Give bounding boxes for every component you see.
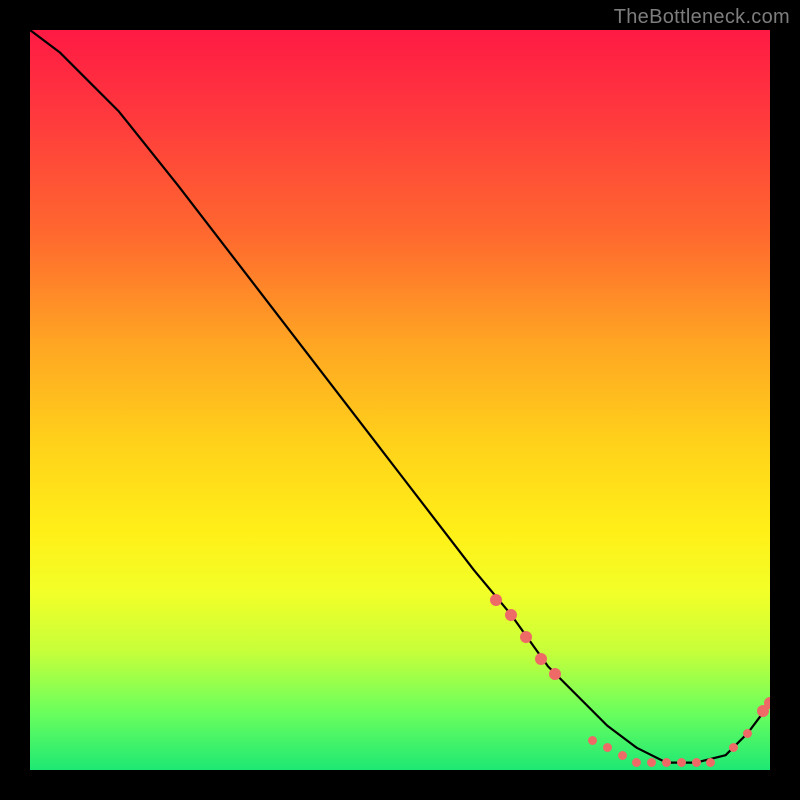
highlight-dot (520, 631, 532, 643)
highlight-dot (618, 751, 627, 760)
plot-area (30, 30, 770, 770)
watermark-text: TheBottleneck.com (614, 6, 790, 29)
highlight-dot (677, 758, 686, 767)
highlight-dot (588, 736, 597, 745)
curve-svg (30, 30, 770, 770)
highlight-dot (603, 743, 612, 752)
chart-stage: TheBottleneck.com (0, 0, 800, 800)
highlight-dot (505, 609, 517, 621)
highlight-dot (692, 758, 701, 767)
highlight-dot (535, 653, 547, 665)
bottleneck-curve-path (30, 30, 770, 763)
highlight-dot (743, 729, 752, 738)
highlight-dot (490, 594, 502, 606)
highlight-dot (662, 758, 671, 767)
highlight-dot (729, 743, 738, 752)
